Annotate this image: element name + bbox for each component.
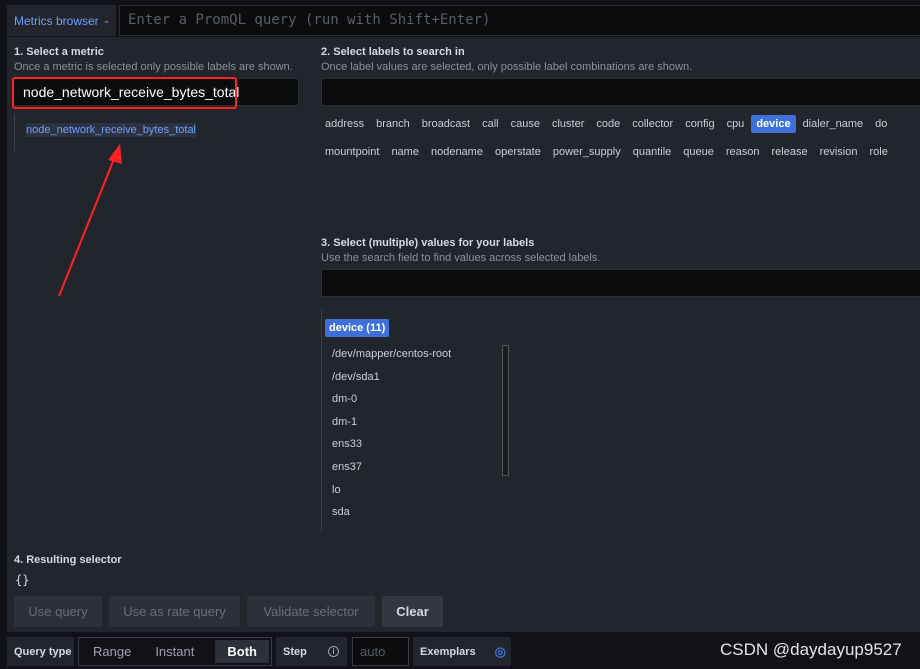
query-type-both[interactable]: Both bbox=[215, 640, 269, 663]
label-chip-role[interactable]: role bbox=[864, 143, 892, 161]
chevron-down-icon: ⌄ bbox=[102, 15, 111, 25]
label-value-item[interactable]: dm-0 bbox=[332, 393, 357, 405]
step3-subtitle: Use the search field to find values acro… bbox=[321, 252, 601, 264]
exemplars-box: Exemplars ◎ bbox=[413, 637, 511, 666]
label-chip-config[interactable]: config bbox=[680, 115, 719, 133]
step3-title: 3. Select (multiple) values for your lab… bbox=[321, 237, 535, 249]
step1-title: 1. Select a metric bbox=[14, 46, 104, 58]
step2-title: 2. Select labels to search in bbox=[321, 46, 465, 58]
values-divider bbox=[321, 310, 322, 532]
label-chip-power-supply[interactable]: power_supply bbox=[548, 143, 626, 161]
use-rate-query-button[interactable]: Use as rate query bbox=[109, 596, 240, 627]
step2-subtitle: Once label values are selected, only pos… bbox=[321, 61, 693, 73]
label-chip-collector[interactable]: collector bbox=[627, 115, 678, 133]
label-chip-broadcast[interactable]: broadcast bbox=[417, 115, 475, 133]
step-label-box: Step i bbox=[276, 637, 347, 666]
label-value-item[interactable]: dm-1 bbox=[332, 416, 357, 428]
step-label: Step bbox=[283, 645, 307, 658]
value-search-input[interactable] bbox=[321, 269, 920, 297]
clear-button[interactable]: Clear bbox=[382, 596, 443, 627]
label-chip-revision[interactable]: revision bbox=[815, 143, 863, 161]
label-value-item[interactable]: ens37 bbox=[332, 461, 362, 473]
label-chip-nodename[interactable]: nodename bbox=[426, 143, 488, 161]
label-chip-quantile[interactable]: quantile bbox=[628, 143, 677, 161]
watermark: CSDN @daydayup9527 bbox=[720, 640, 902, 659]
label-chip-device[interactable]: device bbox=[751, 115, 796, 133]
promql-query-input[interactable]: Enter a PromQL query (run with Shift+Ent… bbox=[119, 5, 920, 36]
label-chip-name[interactable]: name bbox=[386, 143, 424, 161]
label-value-item[interactable]: /dev/mapper/centos-root bbox=[332, 348, 451, 360]
label-chip-cause[interactable]: cause bbox=[506, 115, 545, 133]
label-chip-mountpoint[interactable]: mountpoint bbox=[320, 143, 384, 161]
label-chip-cluster[interactable]: cluster bbox=[547, 115, 589, 133]
info-icon[interactable]: i bbox=[328, 646, 339, 657]
metrics-browser-label: Metrics browser bbox=[14, 13, 99, 28]
label-chip-address[interactable]: address bbox=[320, 115, 369, 133]
label-chip-dialer-name[interactable]: dialer_name bbox=[798, 115, 869, 133]
step4-title: 4. Resulting selector bbox=[14, 554, 122, 566]
label-chip-cpu[interactable]: cpu bbox=[722, 115, 750, 133]
list-divider bbox=[14, 114, 15, 151]
annotation-highlight-box bbox=[12, 77, 237, 109]
exemplars-label: Exemplars bbox=[420, 645, 476, 658]
label-value-item[interactable]: /dev/sda1 bbox=[332, 371, 380, 383]
label-chip-do[interactable]: do bbox=[870, 115, 892, 133]
step1-subtitle: Once a metric is selected only possible … bbox=[14, 61, 293, 73]
label-chip-queue[interactable]: queue bbox=[678, 143, 719, 161]
labels-row-1: address branch broadcast call cause cluster co… bbox=[320, 115, 920, 133]
label-value-item[interactable]: ens33 bbox=[332, 438, 362, 450]
label-chip-operstate[interactable]: operstate bbox=[490, 143, 546, 161]
validate-selector-button[interactable]: Validate selector bbox=[247, 596, 375, 627]
label-chip-release[interactable]: release bbox=[767, 143, 813, 161]
label-chip-call[interactable]: call bbox=[477, 115, 504, 133]
label-value-item[interactable]: sda bbox=[332, 506, 350, 518]
metric-list-item[interactable]: node_network_receive_bytes_total bbox=[26, 123, 197, 137]
label-value-item[interactable]: lo bbox=[332, 484, 341, 496]
query-type-label: Query type bbox=[7, 637, 74, 666]
query-type-range[interactable]: Range bbox=[81, 640, 143, 663]
resulting-selector: {} bbox=[15, 573, 30, 587]
label-chip-code[interactable]: code bbox=[591, 115, 625, 133]
labels-row-2: mountpoint name nodename operstate power_sup… bbox=[320, 143, 920, 161]
use-query-button[interactable]: Use query bbox=[14, 596, 102, 627]
metrics-browser-button[interactable]: Metrics browser ⌄ bbox=[7, 5, 116, 36]
annotation-arrow bbox=[58, 144, 122, 297]
label-chip-reason[interactable]: reason bbox=[721, 143, 765, 161]
eye-icon[interactable]: ◎ bbox=[495, 644, 506, 660]
query-type-selector: Range Instant Both bbox=[78, 637, 272, 666]
label-search-input[interactable] bbox=[321, 78, 920, 106]
values-scrollbar[interactable] bbox=[502, 345, 509, 476]
query-type-instant[interactable]: Instant bbox=[143, 640, 206, 663]
step-input[interactable]: auto bbox=[352, 637, 409, 666]
label-group-badge[interactable]: device (11) bbox=[325, 319, 390, 337]
label-chip-branch[interactable]: branch bbox=[371, 115, 415, 133]
